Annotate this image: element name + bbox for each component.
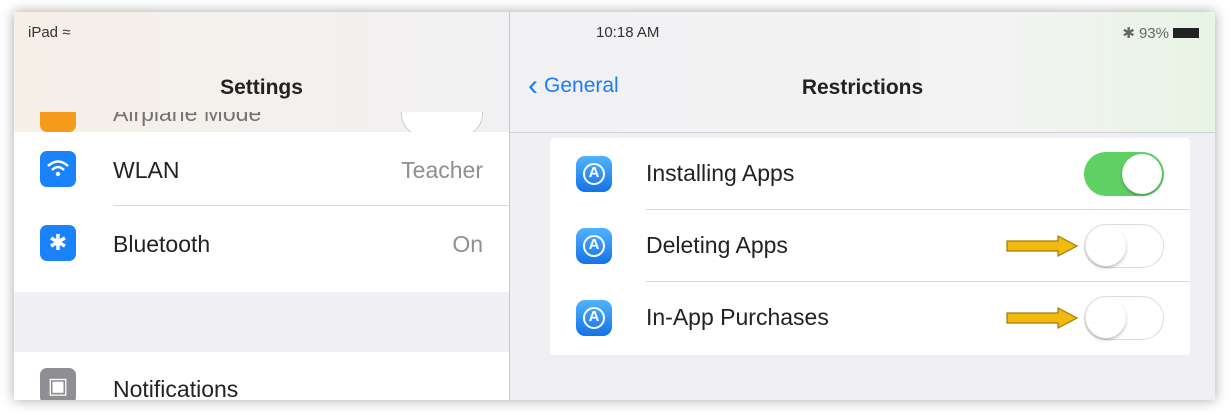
carrier-label: iPad ≈ — [28, 24, 71, 41]
row-label: Deleting Apps — [646, 232, 788, 258]
notifications-icon: ▣ — [40, 368, 76, 400]
app-store-icon: A — [576, 156, 612, 192]
airplane-toggle[interactable] — [401, 112, 483, 132]
arrow-right-icon — [1006, 235, 1078, 257]
sidebar-item-label: Bluetooth — [113, 231, 211, 257]
sidebar-item-notifications[interactable]: ▣ Notifications — [14, 352, 509, 400]
restrictions-pane: ‹ General Restrictions A Installing Apps… — [510, 12, 1215, 400]
wifi-icon — [40, 151, 76, 187]
battery-icon — [1173, 28, 1199, 38]
wifi-status-icon: ≈ — [62, 24, 71, 41]
app-store-icon: A — [576, 228, 612, 264]
restrictions-list: A Installing Apps A Deleting Apps A In-A… — [550, 138, 1190, 355]
bluetooth-status-icon: ✱ — [1122, 25, 1135, 42]
clock: 10:18 AM — [596, 24, 660, 41]
restriction-row-installing-apps: A Installing Apps — [550, 138, 1190, 210]
settings-sidebar: Settings Airplane Mode WLAN Teacher ✱ Bl… — [14, 12, 510, 400]
sidebar-title: Settings — [220, 76, 303, 99]
restriction-row-in-app-purchases: A In-App Purchases — [550, 282, 1190, 354]
sidebar-item-wlan[interactable]: WLAN Teacher — [14, 132, 509, 206]
sidebar-item-airplane-mode[interactable]: Airplane Mode — [113, 112, 261, 127]
deleting-apps-toggle[interactable] — [1084, 224, 1164, 268]
airplane-icon — [40, 112, 76, 132]
status-bar: iPad ≈ 10:18 AM ✱ 93% — [14, 12, 1215, 50]
arrow-right-icon — [1006, 307, 1078, 329]
sidebar-item-bluetooth[interactable]: ✱ Bluetooth On — [14, 206, 509, 280]
restriction-row-deleting-apps: A Deleting Apps — [550, 210, 1190, 282]
sidebar-item-value: On — [452, 231, 483, 257]
ipad-screen: iPad ≈ 10:18 AM ✱ 93% Settings Airplane … — [14, 12, 1215, 400]
sidebar-item-label: WLAN — [113, 157, 180, 183]
sidebar-item-value: Teacher — [401, 157, 483, 183]
row-label: Installing Apps — [646, 160, 795, 186]
installing-apps-toggle[interactable] — [1084, 152, 1164, 196]
in-app-purchases-toggle[interactable] — [1084, 296, 1164, 340]
page-title: Restrictions — [801, 76, 924, 99]
sidebar-item-label: Notifications — [113, 376, 239, 400]
app-store-icon: A — [576, 300, 612, 336]
row-label: In-App Purchases — [646, 304, 829, 330]
battery-indicator: ✱ 93% — [1122, 24, 1199, 42]
bluetooth-icon: ✱ — [40, 225, 76, 261]
